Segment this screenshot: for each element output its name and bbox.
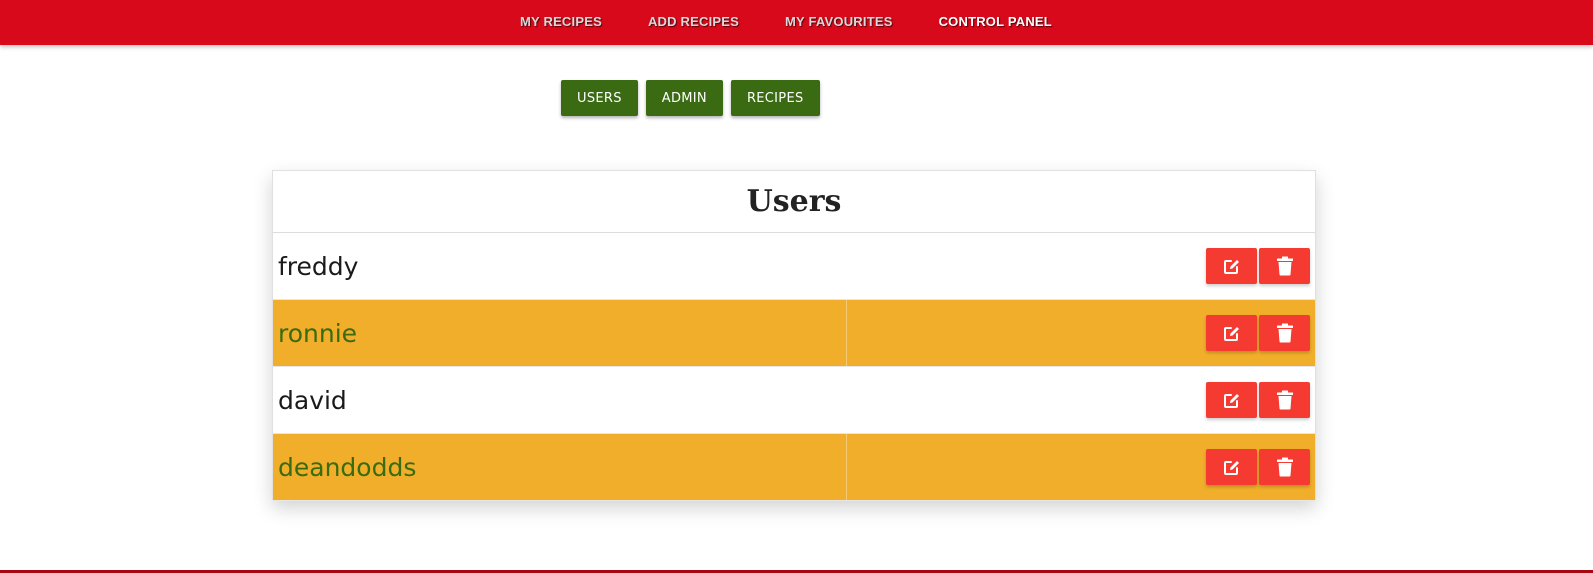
trash-icon [1276,256,1293,276]
delete-user-button[interactable] [1259,382,1310,418]
delete-user-button[interactable] [1259,449,1310,485]
nav-link-my-favourites[interactable]: MY FAVOURITES [762,14,916,29]
user-row: freddy [273,233,1315,300]
top-navbar: MY RECIPES ADD RECIPES MY FAVOURITES CON… [0,0,1593,45]
control-panel-subnav: USERS ADMIN RECIPES [561,80,820,116]
edit-user-button[interactable] [1206,248,1257,284]
nav-link-my-recipes[interactable]: MY RECIPES [497,14,625,29]
edit-icon [1223,394,1239,408]
panel-header: Users [273,171,1315,233]
users-panel: Users freddy ronnie david deandodds [272,170,1316,501]
edit-icon [1223,461,1239,475]
row-actions [1206,248,1310,284]
user-row: ronnie [273,300,1315,367]
edit-user-button[interactable] [1206,315,1257,351]
edit-user-button[interactable] [1206,449,1257,485]
trash-icon [1276,390,1293,410]
users-button[interactable]: USERS [561,80,638,116]
trash-icon [1276,457,1293,477]
edit-icon [1223,260,1239,274]
user-name: ronnie [278,318,358,348]
delete-user-button[interactable] [1259,248,1310,284]
user-row: david [273,367,1315,434]
user-row: deandodds [273,434,1315,501]
user-name: freddy [278,251,359,281]
nav-links: MY RECIPES ADD RECIPES MY FAVOURITES CON… [497,14,1075,29]
recipes-button[interactable]: RECIPES [730,80,820,116]
row-actions [1206,382,1310,418]
row-actions [1206,449,1310,485]
panel-title: Users [746,184,842,219]
nav-link-add-recipes[interactable]: ADD RECIPES [625,14,762,29]
edit-user-button[interactable] [1206,382,1257,418]
trash-icon [1276,323,1293,343]
nav-link-control-panel[interactable]: CONTROL PANEL [916,14,1075,29]
edit-icon [1223,327,1239,341]
delete-user-button[interactable] [1259,315,1310,351]
user-name: deandodds [278,452,417,482]
row-actions [1206,315,1310,351]
admin-button[interactable]: ADMIN [645,80,723,116]
user-name: david [278,385,347,415]
